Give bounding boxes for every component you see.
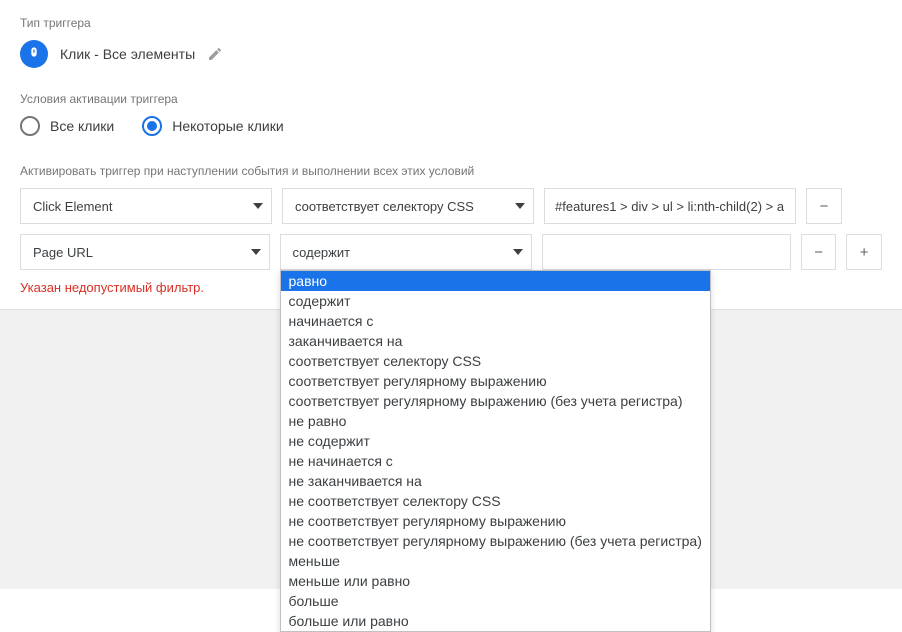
operator-option[interactable]: не соответствует селектору CSS	[281, 491, 710, 511]
value-input[interactable]	[544, 188, 796, 224]
conditions-hint: Активировать триггер при наступлении соб…	[20, 164, 882, 178]
operator-option[interactable]: не соответствует регулярному выражению	[281, 511, 710, 531]
trigger-type-label: Тип триггера	[20, 16, 882, 30]
operator-option[interactable]: больше	[281, 591, 710, 611]
operator-option[interactable]: содержит	[281, 291, 710, 311]
variable-select[interactable]: Page URL	[20, 234, 270, 270]
trigger-type-name: Клик - Все элементы	[60, 46, 195, 62]
caret-down-icon	[515, 203, 525, 209]
operator-option[interactable]: не соответствует регулярному выражению (…	[281, 531, 710, 551]
operator-option[interactable]: соответствует регулярному выражению	[281, 371, 710, 391]
operator-option[interactable]: не начинается с	[281, 451, 710, 471]
operator-option[interactable]: не содержит	[281, 431, 710, 451]
operator-select[interactable]: соответствует селектору CSS	[282, 188, 534, 224]
operator-option[interactable]: больше или равно	[281, 611, 710, 631]
add-condition-button[interactable]: +	[846, 234, 882, 270]
operator-select-value: соответствует селектору CSS	[295, 199, 474, 214]
caret-down-icon	[251, 249, 261, 255]
radio-all-clicks-label: Все клики	[50, 118, 114, 134]
variable-select[interactable]: Click Element	[20, 188, 272, 224]
click-icon	[20, 40, 48, 68]
operator-option[interactable]: не заканчивается на	[281, 471, 710, 491]
operator-option[interactable]: меньше или равно	[281, 571, 710, 591]
operator-option[interactable]: заканчивается на	[281, 331, 710, 351]
condition-row: Click Element соответствует селектору CS…	[20, 188, 882, 224]
trigger-type-row: Клик - Все элементы	[20, 40, 882, 68]
activation-conditions-label: Условия активации триггера	[20, 92, 882, 106]
caret-down-icon	[253, 203, 263, 209]
activation-radio-group: Все клики Некоторые клики	[20, 116, 882, 136]
operator-option[interactable]: не равно	[281, 411, 710, 431]
operator-select[interactable]: содержит	[280, 234, 532, 270]
operator-option[interactable]: соответствует селектору CSS	[281, 351, 710, 371]
caret-down-icon	[513, 249, 523, 255]
condition-row: Page URL содержит равносодержитначинаетс…	[20, 234, 882, 270]
remove-condition-button[interactable]: −	[801, 234, 837, 270]
remove-condition-button[interactable]: −	[806, 188, 842, 224]
operator-dropdown[interactable]: равносодержитначинается сзаканчивается н…	[280, 270, 711, 632]
operator-select-value: содержит	[293, 245, 351, 260]
operator-option[interactable]: начинается с	[281, 311, 710, 331]
radio-all-clicks[interactable]: Все клики	[20, 116, 114, 136]
value-input[interactable]	[542, 234, 791, 270]
variable-select-value: Click Element	[33, 199, 112, 214]
operator-option[interactable]: равно	[281, 271, 710, 291]
radio-some-clicks[interactable]: Некоторые клики	[142, 116, 283, 136]
radio-circle-icon	[20, 116, 40, 136]
radio-some-clicks-label: Некоторые клики	[172, 118, 283, 134]
operator-option[interactable]: меньше	[281, 551, 710, 571]
radio-circle-icon	[142, 116, 162, 136]
variable-select-value: Page URL	[33, 245, 93, 260]
edit-trigger-type-icon[interactable]	[207, 46, 223, 62]
operator-option[interactable]: соответствует регулярному выражению (без…	[281, 391, 710, 411]
